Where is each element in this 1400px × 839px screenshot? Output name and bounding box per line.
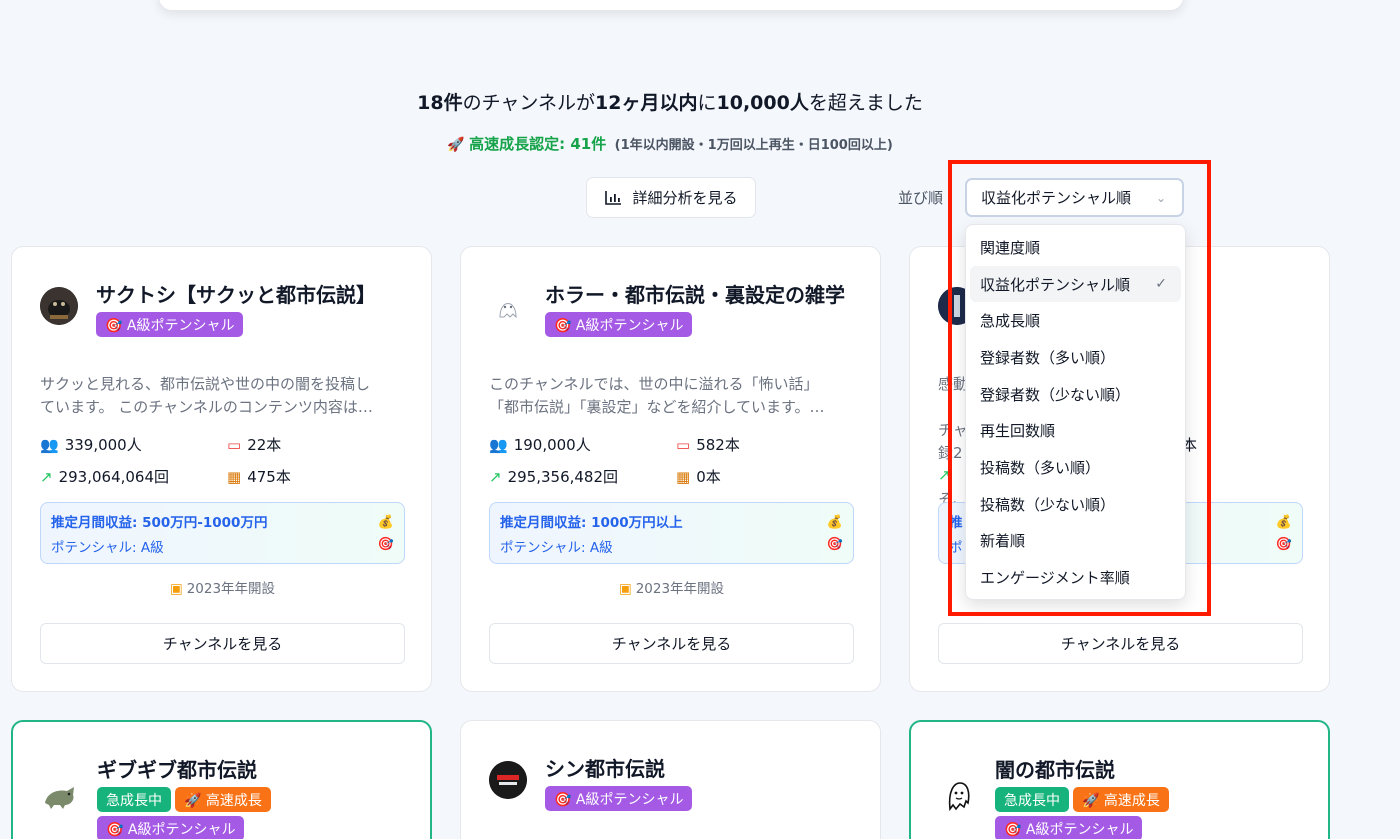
check-icon: ✓ <box>1155 276 1167 293</box>
views-stat: ↗ 293,064,064回 <box>40 467 170 487</box>
trending-up-icon: ↗ <box>938 466 951 484</box>
revenue-box: 推定月間収益: 500万円-1000万円 ポテンシャル: A級 💰 🎯 <box>40 502 405 564</box>
money-bag-icon: 💰 <box>377 515 394 530</box>
potential-badge: 🎯 A級ポテンシャル <box>545 312 693 337</box>
view-channel-button[interactable]: チャンネルを見る <box>489 623 854 664</box>
channel-card: 闇の都市伝説 急成長中 🚀 高速成長 🎯 A級ポテンシャル <box>909 720 1330 839</box>
videos-stat: ▭ 582本 <box>676 435 740 455</box>
video-icon: ▭ <box>676 435 691 454</box>
detail-analysis-button[interactable]: 詳細分析を見る <box>586 177 756 218</box>
results-headline: 18件のチャンネルが12ヶ月以内に10,000人を超えました <box>417 92 923 114</box>
opened-date: ▣ 2023年年開設 <box>618 581 725 597</box>
fast-growth-summary: 🚀 高速成長認定: 41件 (1年以内開設・1万回以上再生・日100回以上) <box>447 135 893 153</box>
money-bag-icon: 💰 <box>1275 515 1292 530</box>
avatar <box>939 777 977 815</box>
potential-badge: 🎯 A級ポテンシャル <box>96 312 244 337</box>
target-icon: 🎯 <box>826 537 843 552</box>
avatar <box>489 761 527 799</box>
sort-option-engagement[interactable]: エンゲージメント率順 <box>970 559 1181 596</box>
avatar <box>41 777 79 815</box>
channel-title: シン都市伝説 <box>545 757 665 781</box>
badge-list: 急成長中 🚀 高速成長 🎯 A級ポテンシャル <box>97 787 417 839</box>
badge-list: 🎯 A級ポテンシャル <box>96 312 416 337</box>
views-stat: ↗ <box>938 466 951 484</box>
sort-option-views[interactable]: 再生回数順 <box>970 412 1181 449</box>
shorts-stat: ▦ 0本 <box>676 467 721 487</box>
sort-option-growth[interactable]: 急成長順 <box>970 302 1181 339</box>
film-icon: ▦ <box>676 467 691 486</box>
sort-label: 並び順 <box>898 189 944 207</box>
sort-option-monetization[interactable]: 収益化ポテンシャル順 ✓ <box>970 265 1181 303</box>
fast-growth-badge: 🚀 高速成長 <box>175 787 271 812</box>
sort-option-posts-asc[interactable]: 投稿数（少ない順） <box>970 486 1181 523</box>
bar-chart-icon <box>605 190 622 205</box>
sort-select[interactable]: 収益化ポテンシャル順 ⌄ <box>965 178 1184 217</box>
channel-description: このチャンネルでは、世の中に溢れる「怖い話」 「都市伝説」「裏設定」などを紹介し… <box>489 375 825 416</box>
growth-badge: 急成長中 <box>97 787 171 812</box>
top-panel <box>158 0 1184 11</box>
sort-option-newest[interactable]: 新着順 <box>970 523 1181 560</box>
avatar <box>40 287 78 325</box>
view-channel-button[interactable]: チャンネルを見る <box>938 623 1303 664</box>
channel-description: サクッと見れる、都市伝説や世の中の闇を投稿し ています。 このチャンネルのコンテ… <box>40 375 373 416</box>
subscribers-stat: 👥 339,000人 <box>40 435 142 455</box>
views-stat: ↗ 295,356,482回 <box>489 467 619 487</box>
subscribers-stat: 👥 190,000人 <box>489 435 591 455</box>
view-channel-button[interactable]: チャンネルを見る <box>40 623 405 664</box>
channel-card: ホラー・都市伝説・裏設定の雑学 🎯 A級ポテンシャル このチャンネルでは、世の中… <box>460 246 881 692</box>
channel-title: ギブギブ都市伝説 <box>97 758 257 782</box>
channel-title: サクトシ【サクッと都市伝説】 <box>96 283 376 307</box>
avatar <box>489 287 527 325</box>
shorts-stat: ▦ 475本 <box>227 467 291 487</box>
channel-card: ギブギブ都市伝説 急成長中 🚀 高速成長 🎯 A級ポテンシャル <box>11 720 432 839</box>
channel-card: サクトシ【サクッと都市伝説】 🎯 A級ポテンシャル サクッと見れる、都市伝説や世… <box>11 246 432 692</box>
users-icon: 👥 <box>40 435 59 454</box>
target-icon: 🎯 <box>377 537 394 552</box>
revenue-box: 推定月間収益: 1000万円以上 ポテンシャル: A級 💰 🎯 <box>489 502 854 564</box>
channel-title: ホラー・都市伝説・裏設定の雑学 <box>545 283 845 307</box>
rocket-icon: 🚀 <box>447 137 465 153</box>
trending-up-icon: ↗ <box>489 467 502 486</box>
badge-list: 🎯 A級ポテンシャル <box>545 312 865 337</box>
potential-badge: 🎯 A級ポテンシャル <box>545 786 693 811</box>
video-icon: ▭ <box>227 435 242 454</box>
sort-option-subscribers-asc[interactable]: 登録者数（少ない順） <box>970 376 1181 413</box>
fast-growth-badge: 🚀 高速成長 <box>1073 787 1169 812</box>
sort-option-posts-desc[interactable]: 投稿数（多い順） <box>970 449 1181 486</box>
videos-stat: ▭ 22本 <box>227 435 282 455</box>
calendar-icon: ▣ <box>169 581 183 597</box>
chevron-down-icon: ⌄ <box>1155 191 1166 205</box>
money-bag-icon: 💰 <box>826 515 843 530</box>
film-icon: ▦ <box>227 467 242 486</box>
badge-list: 🎯 A級ポテンシャル <box>545 786 865 811</box>
potential-badge: 🎯 A級ポテンシャル <box>995 816 1143 839</box>
trending-up-icon: ↗ <box>40 467 53 486</box>
opened-date: ▣ 2023年年開設 <box>169 581 276 597</box>
sort-option-subscribers-desc[interactable]: 登録者数（多い順） <box>970 339 1181 376</box>
target-icon: 🎯 <box>1275 537 1292 552</box>
growth-badge: 急成長中 <box>995 787 1069 812</box>
badge-list: 急成長中 🚀 高速成長 🎯 A級ポテンシャル <box>995 787 1315 839</box>
potential-badge: 🎯 A級ポテンシャル <box>97 816 245 839</box>
users-icon: 👥 <box>489 435 508 454</box>
sort-option-relevance[interactable]: 関連度順 <box>970 229 1181 266</box>
calendar-icon: ▣ <box>618 581 632 597</box>
channel-title: 闇の都市伝説 <box>995 758 1115 782</box>
channel-card: シン都市伝説 🎯 A級ポテンシャル <box>460 720 881 839</box>
sort-dropdown-menu: 関連度順 収益化ポテンシャル順 ✓ 急成長順 登録者数（多い順） 登録者数（少ない… <box>965 224 1186 600</box>
